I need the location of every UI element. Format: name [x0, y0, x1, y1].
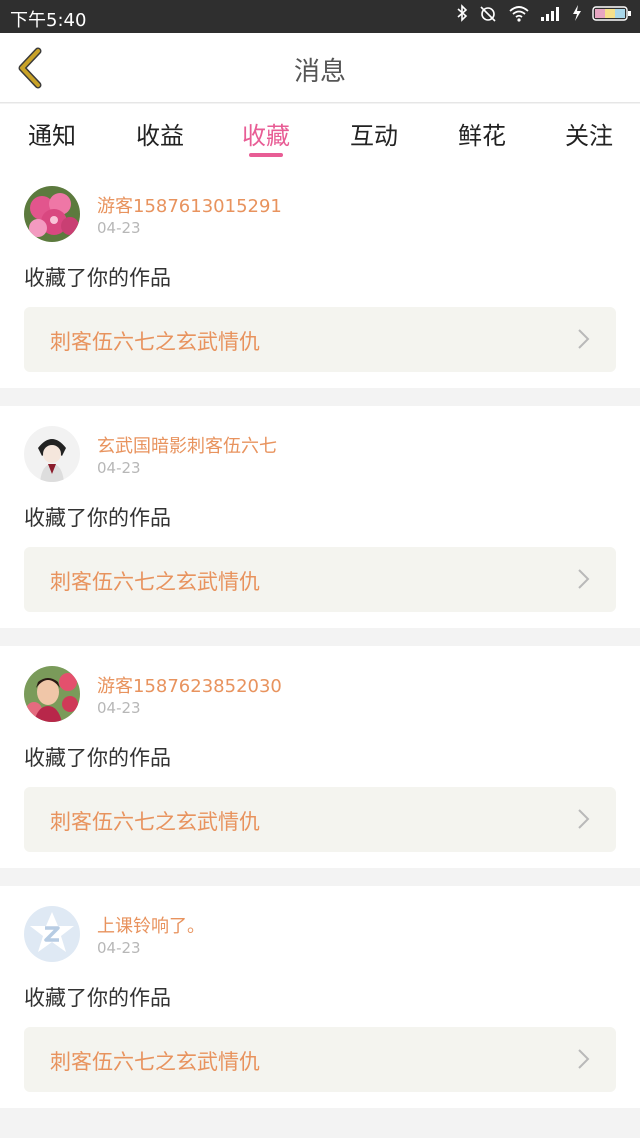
- timestamp: 04-23: [97, 699, 141, 717]
- status-icons: [456, 4, 632, 28]
- list-item: 游客1587613015291 04-23 收藏了你的作品 刺客伍六七之玄武情仇: [0, 166, 640, 388]
- list-item: 游客1587623852030 04-23 收藏了你的作品 刺客伍六七之玄武情仇: [0, 646, 640, 868]
- tab-earnings[interactable]: 收益: [136, 116, 184, 151]
- avatar[interactable]: [24, 186, 80, 242]
- action-text: 收藏了你的作品: [24, 986, 171, 1010]
- chevron-right-icon: [578, 329, 590, 349]
- favorites-list: 游客1587613015291 04-23 收藏了你的作品 刺客伍六七之玄武情仇…: [0, 166, 640, 1126]
- work-link[interactable]: 刺客伍六七之玄武情仇: [24, 787, 616, 852]
- timestamp: 04-23: [97, 219, 141, 237]
- status-time: 下午5:40: [10, 10, 87, 31]
- status-bar: 下午5:40: [0, 0, 640, 33]
- username[interactable]: 玄武国暗影刺客伍六七: [97, 432, 277, 458]
- tab-favorites[interactable]: 收藏: [242, 116, 290, 151]
- signal-icon: [540, 5, 562, 27]
- page-title: 消息: [293, 57, 346, 87]
- tab-interactions[interactable]: 互动: [350, 116, 398, 151]
- work-title: 刺客伍六七之玄武情仇: [50, 810, 260, 834]
- app-header: 消息: [0, 33, 640, 103]
- list-item: 上课铃响了。 04-23 收藏了你的作品 刺客伍六七之玄武情仇: [0, 886, 640, 1108]
- tab-flowers[interactable]: 鲜花: [458, 116, 506, 151]
- active-tab-indicator: [249, 153, 283, 157]
- work-link[interactable]: 刺客伍六七之玄武情仇: [24, 1027, 616, 1092]
- battery-icon: [592, 4, 632, 28]
- action-text: 收藏了你的作品: [24, 266, 171, 290]
- bluetooth-icon: [456, 4, 468, 28]
- work-title: 刺客伍六七之玄武情仇: [50, 1050, 260, 1074]
- timestamp: 04-23: [97, 459, 141, 477]
- username[interactable]: 游客1587613015291: [97, 192, 282, 218]
- work-title: 刺客伍六七之玄武情仇: [50, 570, 260, 594]
- action-text: 收藏了你的作品: [24, 506, 171, 530]
- username[interactable]: 上课铃响了。: [97, 912, 205, 938]
- tab-follow[interactable]: 关注: [565, 116, 613, 151]
- chevron-right-icon: [578, 809, 590, 829]
- alarm-off-icon: [478, 4, 498, 28]
- charging-icon: [572, 4, 582, 28]
- work-link[interactable]: 刺客伍六七之玄武情仇: [24, 547, 616, 612]
- chevron-right-icon: [578, 569, 590, 589]
- work-title: 刺客伍六七之玄武情仇: [50, 330, 260, 354]
- chevron-right-icon: [578, 1049, 590, 1069]
- wifi-icon: [508, 4, 530, 28]
- avatar[interactable]: [24, 666, 80, 722]
- tab-notifications[interactable]: 通知: [28, 116, 76, 151]
- avatar[interactable]: [24, 906, 80, 962]
- avatar[interactable]: [24, 426, 80, 482]
- timestamp: 04-23: [97, 939, 141, 957]
- tab-bar: 通知 收益 收藏 互动 鲜花 关注: [0, 104, 640, 166]
- action-text: 收藏了你的作品: [24, 746, 171, 770]
- work-link[interactable]: 刺客伍六七之玄武情仇: [24, 307, 616, 372]
- list-item: 玄武国暗影刺客伍六七 04-23 收藏了你的作品 刺客伍六七之玄武情仇: [0, 406, 640, 628]
- username[interactable]: 游客1587623852030: [97, 672, 282, 698]
